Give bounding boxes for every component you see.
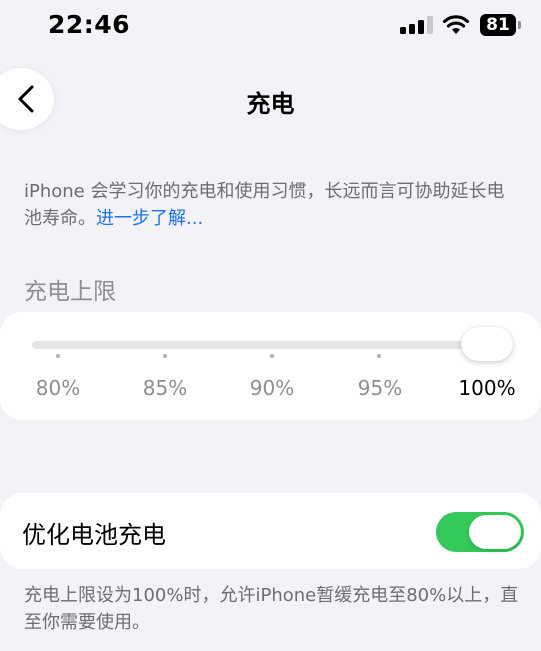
toggle-knob <box>469 515 521 549</box>
slider-tick-80 <box>56 354 60 358</box>
status-time: 22:46 <box>48 10 131 39</box>
tick-label-85[interactable]: 85% <box>143 376 187 400</box>
description: iPhone 会学习你的充电和使用习惯，长远而言可协助延长电池寿命。进一步了解.… <box>24 178 519 232</box>
charge-limit-slider-thumb[interactable] <box>461 327 513 361</box>
battery-cap <box>518 21 521 29</box>
tick-label-95[interactable]: 95% <box>358 376 402 400</box>
wifi-icon <box>442 15 470 34</box>
tick-label-100[interactable]: 100% <box>458 376 515 400</box>
learn-more-link[interactable]: 进一步了解... <box>96 208 203 229</box>
cellular-signal-icon <box>400 16 433 34</box>
slider-tick-90 <box>270 354 274 358</box>
slider-tick-95 <box>377 354 381 358</box>
optimized-charging-label: 优化电池充电 <box>22 521 166 549</box>
slider-tick-85 <box>163 354 167 358</box>
charge-limit-header: 充电上限 <box>24 279 116 305</box>
tick-label-80[interactable]: 80% <box>36 376 80 400</box>
status-bar: 22:46 81 <box>0 0 541 54</box>
battery-level: 81 <box>480 14 516 36</box>
tick-label-90[interactable]: 90% <box>250 376 294 400</box>
page-title: 充电 <box>246 90 295 118</box>
battery-icon: 81 <box>480 14 524 38</box>
optimized-charging-toggle[interactable] <box>436 512 524 552</box>
charge-limit-card <box>0 312 541 420</box>
charge-limit-slider-track[interactable] <box>32 341 502 349</box>
footer-note: 充电上限设为100%时，允许iPhone暂缓充电至80%以上，直至你需要使用。 <box>24 585 519 633</box>
